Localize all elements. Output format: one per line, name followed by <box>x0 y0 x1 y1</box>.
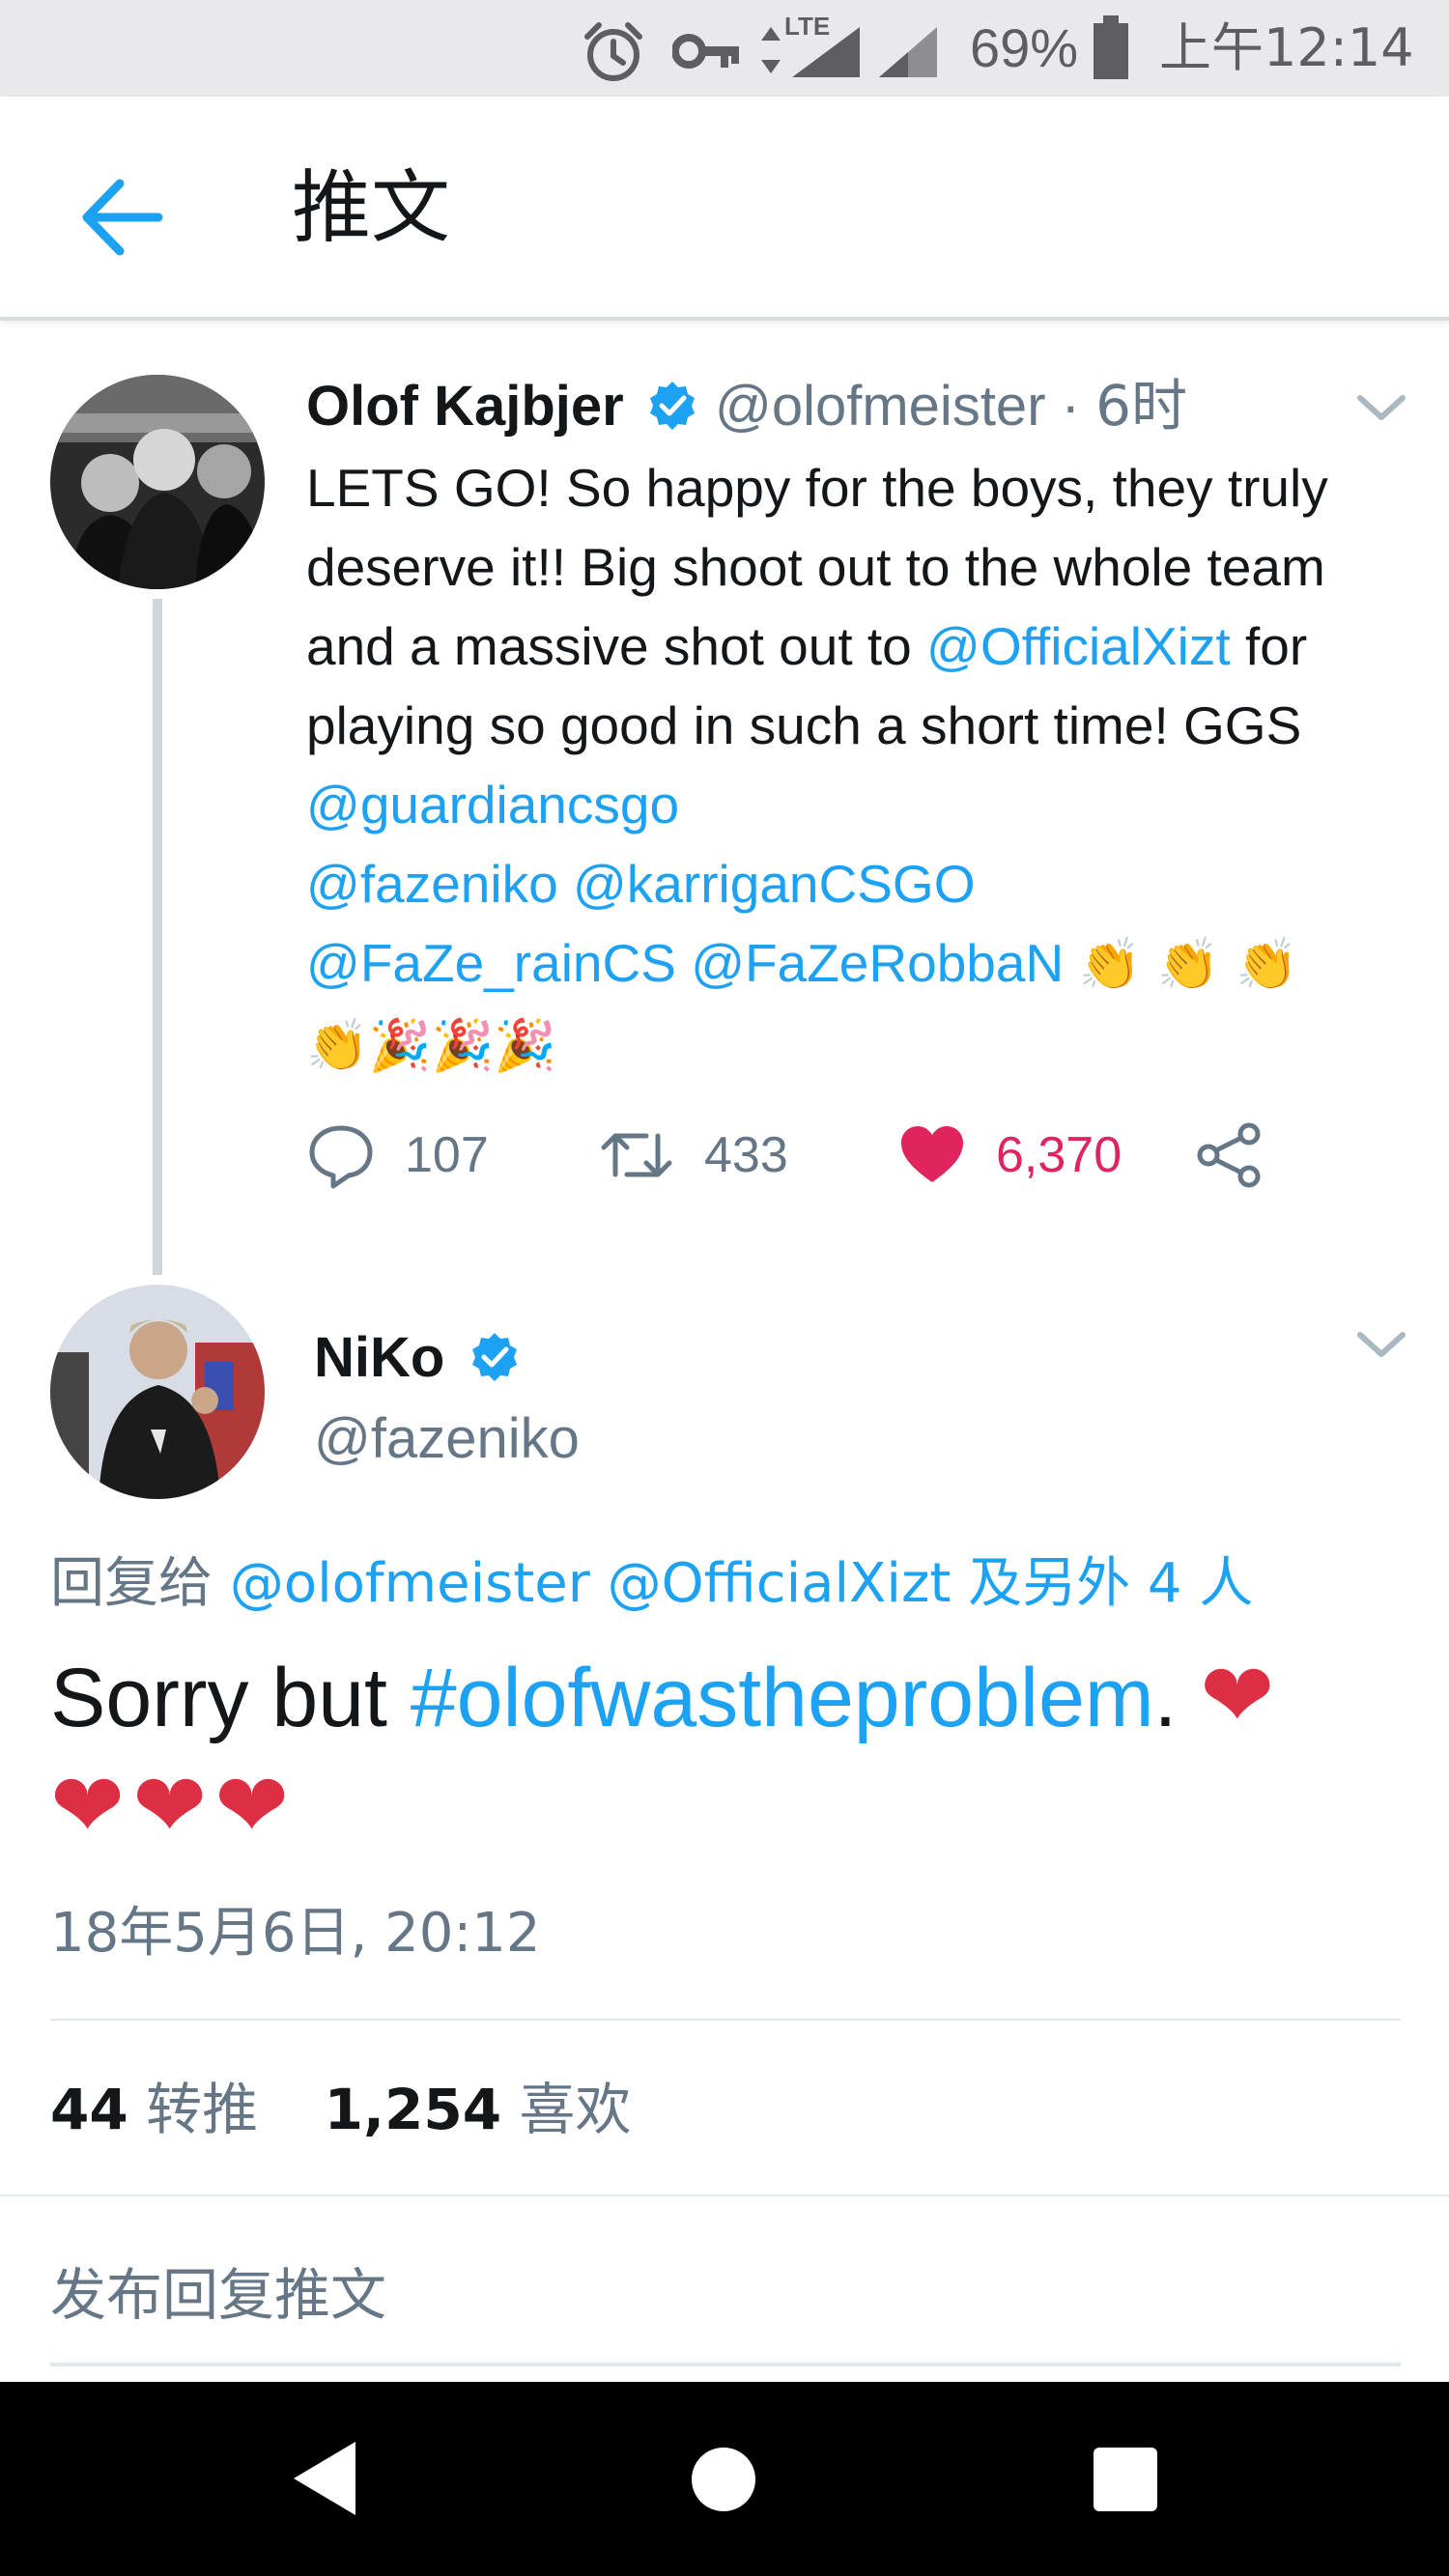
tweet2-handle[interactable]: @fazeniko <box>314 1402 580 1476</box>
divider <box>0 2194 1449 2196</box>
page-title: 推文 <box>292 162 451 254</box>
like-total[interactable]: 1,254 <box>325 2077 501 2142</box>
retweet-count: 433 <box>704 1127 788 1183</box>
signal-icon <box>792 27 860 77</box>
like-button[interactable]: 6,370 <box>897 1120 1122 1190</box>
heart-emoji: ❤❤❤ <box>50 1754 298 1857</box>
like-count: 6,370 <box>996 1127 1122 1183</box>
tweet2-text-part: . <box>1153 1652 1201 1744</box>
retweet-button[interactable]: 433 <box>598 1120 788 1190</box>
mention-link[interactable]: @FaZeRobbaN <box>691 933 1064 993</box>
arrow-left-icon[interactable] <box>70 164 176 270</box>
alarm-icon <box>584 22 642 81</box>
reply-input[interactable]: 发布回复推文 <box>50 2249 1401 2366</box>
tweet1-separator: · <box>1045 375 1096 438</box>
tweet-stats: 44 转推 1,254 喜欢 <box>50 2069 632 2150</box>
tweet2-name-row: NiKo <box>314 1321 522 1395</box>
mention-link[interactable]: @guardiancsgo <box>306 775 679 835</box>
home-nav-icon[interactable] <box>690 2446 757 2513</box>
tweet2-text-part: Sorry but <box>50 1652 411 1744</box>
replying-to: 回复给 @olofmeister @OfficialXizt 及另外 4 人 <box>50 1545 1253 1623</box>
avatar-olofmeister[interactable] <box>50 375 265 589</box>
mention-link[interactable]: @FaZe_rainCS <box>306 933 676 993</box>
tweet1-time: 6时 <box>1095 373 1187 439</box>
chevron-down-icon[interactable] <box>1352 388 1410 427</box>
replying-to-mentions[interactable]: @olofmeister @OfficialXizt 及另外 4 人 <box>230 1552 1254 1615</box>
signal-icon-2 <box>879 27 937 77</box>
retweet-label: 转推 <box>146 2077 259 2142</box>
hashtag-link[interactable]: #olofwastheproblem <box>411 1652 1154 1744</box>
like-label: 喜欢 <box>519 2077 632 2142</box>
recents-nav-icon[interactable] <box>1094 2448 1157 2511</box>
tweet1-handle[interactable]: @olofmeister <box>715 375 1046 438</box>
party-emoji: 👏🎉🎉🎉 <box>306 1017 556 1075</box>
heart-filled-icon <box>901 1126 963 1182</box>
heart-emoji: ❤ <box>1200 1644 1275 1747</box>
tweet2-author-name[interactable]: NiKo <box>314 1326 444 1389</box>
key-icon <box>672 34 739 69</box>
verified-badge-icon <box>472 1333 518 1381</box>
tweet1-author-name[interactable]: Olof Kajbjer <box>306 375 624 438</box>
tweet1-actions: 107 433 6,370 <box>306 1120 1272 1190</box>
battery-percent: 69% <box>970 17 1079 78</box>
data-arrows-icon <box>761 27 781 73</box>
avatar-fazeniko[interactable] <box>50 1285 265 1499</box>
clap-emoji: 👏 👏 👏 <box>1078 936 1298 994</box>
tweet2-text: Sorry but #olofwastheproblem. ❤ ❤❤❤ <box>50 1642 1422 1862</box>
status-time: 上午12:14 <box>1159 17 1414 78</box>
retweet-total[interactable]: 44 <box>50 2077 128 2142</box>
app-header: 推文 <box>0 97 1449 321</box>
verified-badge-icon <box>649 382 695 430</box>
chevron-down-icon[interactable] <box>1352 1325 1410 1364</box>
mention-link[interactable]: @OfficialXizt <box>926 616 1231 676</box>
mention-link[interactable]: @karriganCSGO <box>573 854 976 914</box>
tweet1-header: Olof Kajbjer @olofmeister · 6时 <box>306 369 1187 443</box>
battery-icon <box>1094 15 1128 79</box>
divider <box>50 2019 1401 2021</box>
system-nav-bar <box>0 2382 1449 2576</box>
mention-link[interactable]: @fazeniko <box>306 854 558 914</box>
back-nav-icon[interactable] <box>286 2438 363 2519</box>
retweet-icon <box>601 1133 672 1177</box>
replying-to-label: 回复给 <box>50 1552 230 1615</box>
share-icon <box>1197 1122 1261 1188</box>
tweet-timestamp: 18年5月6日, 20:12 <box>50 1902 541 1965</box>
status-bar: LTE 69% 上午12:14 <box>0 0 1449 97</box>
thread-line <box>153 599 162 1275</box>
reply-icon <box>309 1125 373 1189</box>
tweet1-text: LETS GO! So happy for the boys, they tru… <box>306 448 1417 1086</box>
reply-button[interactable]: 107 <box>306 1120 489 1190</box>
share-button[interactable] <box>1195 1120 1293 1190</box>
reply-count: 107 <box>405 1127 489 1183</box>
